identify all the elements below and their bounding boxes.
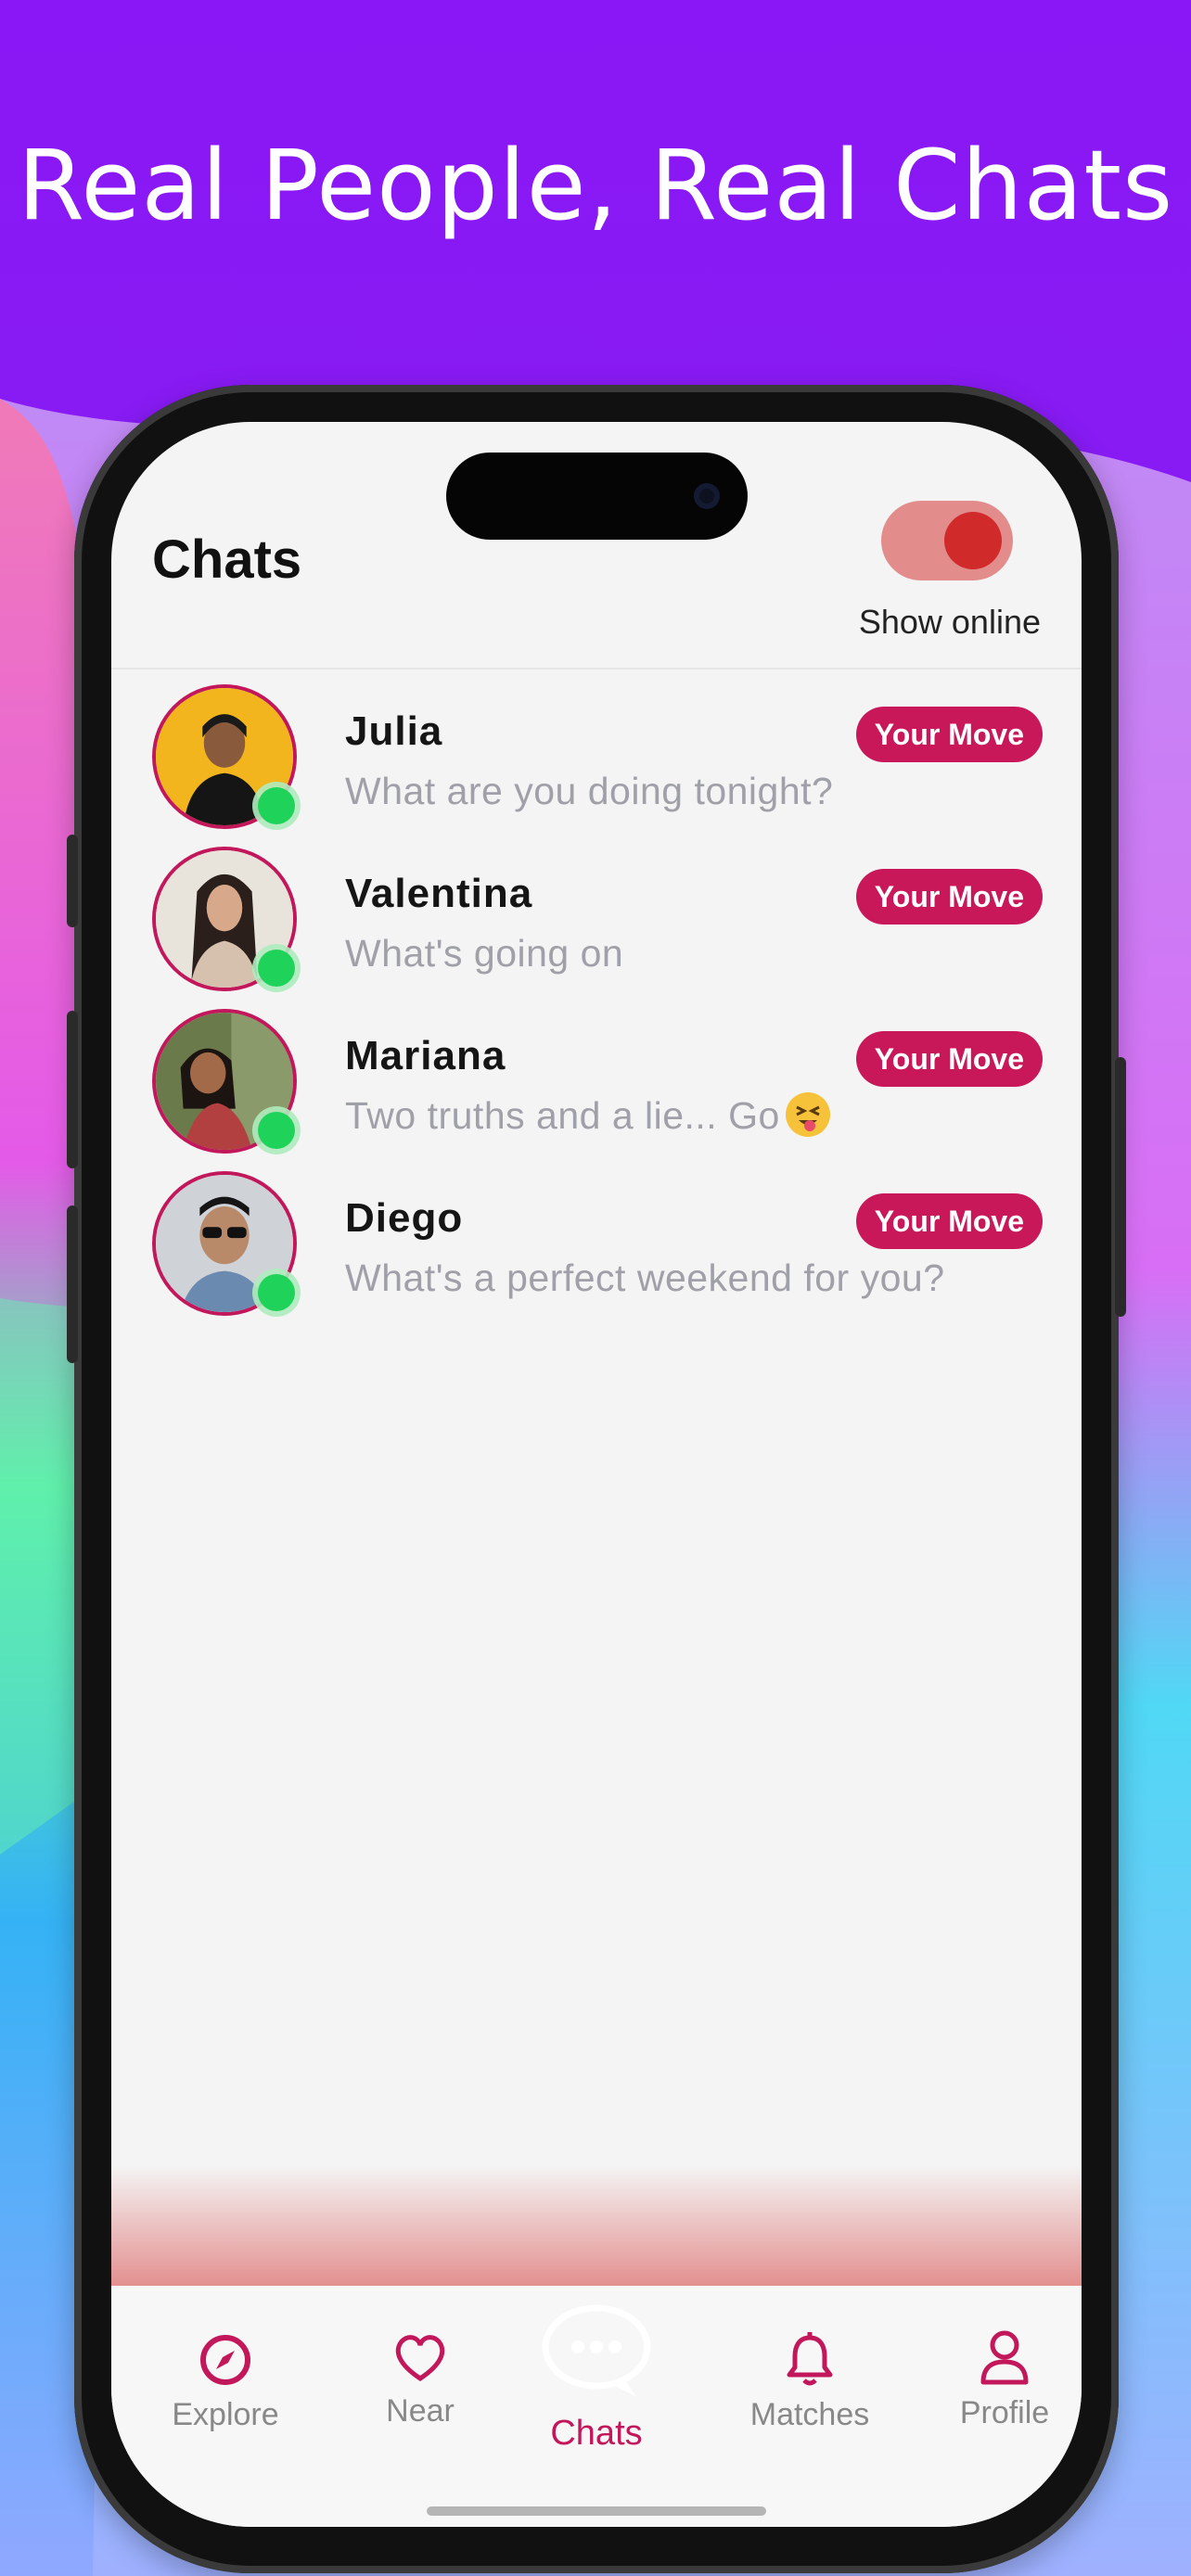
online-indicator [258,1112,295,1149]
volume-up-button [67,1011,78,1168]
chat-preview: What are you doing tonight? [345,770,834,812]
chat-preview: What's a perfect weekend for you? [345,1256,945,1299]
user-icon [980,2330,1029,2385]
header-divider [111,668,1082,670]
chat-bubble-icon [542,2304,651,2397]
chat-preview: Two truths and a lie... Go [345,1092,830,1141]
your-move-badge: Your Move [855,1031,1043,1087]
your-move-badge: Your Move [855,707,1043,762]
headline: Real People, Real Chats [0,121,1191,250]
bell-icon [787,2332,833,2386]
camera-icon [694,483,720,509]
heart-icon [395,2335,445,2382]
your-move-badge: Your Move [855,869,1043,925]
chat-row-diego[interactable]: Diego What's a perfect weekend for you? … [111,1175,1082,1333]
your-move-badge: Your Move [855,1193,1043,1249]
online-indicator [258,787,295,824]
chat-name: Mariana [345,1033,506,1078]
chat-name: Julia [345,708,443,754]
tab-matches[interactable]: Matches [712,2332,907,2433]
side-button [67,835,78,927]
app-screen: Chats Show online Julia What are you doi… [111,422,1082,2527]
tab-label: Explore [172,2397,279,2432]
tab-label: Profile [959,2395,1050,2430]
chat-preview: What's going on [345,932,624,975]
tab-chats[interactable]: Chats [499,2302,694,2454]
dynamic-island [446,453,748,540]
power-button [1115,1057,1126,1317]
toggle-knob [944,512,1002,569]
tab-bar: Explore Near Chats Matches Profile [111,2286,1082,2527]
compass-icon [200,2335,250,2385]
chat-row-mariana[interactable]: Mariana Two truths and a lie... Go Your … [111,1013,1082,1170]
squinting-tongue-emoji-icon [785,1092,830,1138]
bottom-fade [111,2165,1082,2295]
chat-name: Valentina [345,871,533,916]
tab-profile[interactable]: Profile [907,2328,1082,2431]
online-indicator [258,1274,295,1311]
chat-name: Diego [345,1195,464,1241]
tab-label: Near [386,2393,455,2429]
volume-down-button [67,1205,78,1363]
headline-text: Real People, Real Chats [17,129,1174,242]
tab-label: Matches [749,2397,870,2432]
page-title: Chats [152,529,302,590]
tab-explore[interactable]: Explore [128,2332,323,2433]
tab-near[interactable]: Near [323,2332,518,2429]
home-indicator[interactable] [427,2506,766,2516]
chat-row-julia[interactable]: Julia What are you doing tonight? Your M… [111,688,1082,846]
online-indicator [258,950,295,987]
show-online-toggle[interactable] [881,501,1013,580]
chat-preview-text: Two truths and a lie... Go [345,1094,780,1137]
show-online-label: Show online [858,603,1041,641]
chat-row-valentina[interactable]: Valentina What's going on Your Move [111,850,1082,1008]
tab-label: Chats [550,2414,643,2453]
